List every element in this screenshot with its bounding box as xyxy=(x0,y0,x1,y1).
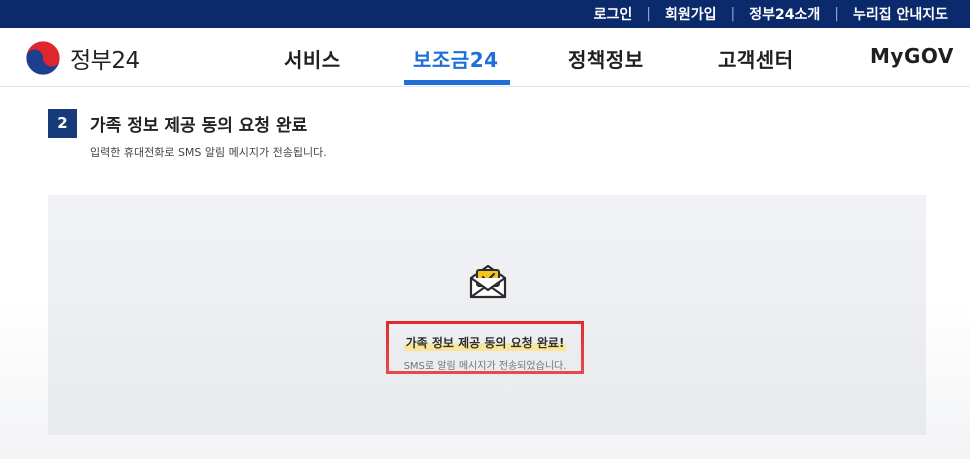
step-number-badge: 2 xyxy=(48,109,77,138)
separator: | xyxy=(730,6,736,22)
about-link[interactable]: 정부24소개 xyxy=(749,4,820,24)
envelope-check-icon xyxy=(469,264,507,299)
step-title: 가족 정보 제공 동의 요청 완료 xyxy=(90,116,308,136)
login-link[interactable]: 로그인 xyxy=(594,4,633,24)
content-area: 2 가족 정보 제공 동의 요청 완료 입력한 휴대전화로 SMS 알림 메시지… xyxy=(0,87,970,459)
step-description: 입력한 휴대전화로 SMS 알림 메시지가 전송됩니다. xyxy=(90,146,327,159)
sitemap-link[interactable]: 누리집 안내지도 xyxy=(853,4,948,24)
taegeuk-logo-icon xyxy=(25,40,61,76)
nav-item-mygov[interactable]: MyGOV xyxy=(870,44,954,68)
main-header: 정부24 서비스 보조금24 정책정보 고객센터 MyGOV xyxy=(0,28,970,87)
active-nav-indicator xyxy=(404,80,510,85)
logo-text: 정부24 xyxy=(70,48,140,74)
top-utility-bar: 로그인 | 회원가입 | 정부24소개 | 누리집 안내지도 xyxy=(0,0,970,28)
signup-link[interactable]: 회원가입 xyxy=(665,4,717,24)
gov24-logo[interactable]: 정부24 xyxy=(24,39,140,77)
nav-item-policy[interactable]: 정책정보 xyxy=(568,44,644,73)
separator: | xyxy=(646,6,651,22)
nav-item-customer-center[interactable]: 고객센터 xyxy=(718,44,794,73)
nav-item-subsidy24[interactable]: 보조금24 xyxy=(413,44,499,73)
separator: | xyxy=(834,6,839,22)
result-panel: 가족 정보 제공 동의 요청 완료! SMS로 알림 메시지가 전송되었습니다. xyxy=(48,195,926,435)
completion-message: SMS로 알림 메시지가 전송되었습니다. xyxy=(403,361,567,372)
completion-title: 가족 정보 제공 동의 요청 완료! xyxy=(403,334,567,351)
nav-item-service[interactable]: 서비스 xyxy=(284,44,341,73)
completion-message-highlight: 가족 정보 제공 동의 요청 완료! SMS로 알림 메시지가 전송되었습니다. xyxy=(386,321,584,374)
